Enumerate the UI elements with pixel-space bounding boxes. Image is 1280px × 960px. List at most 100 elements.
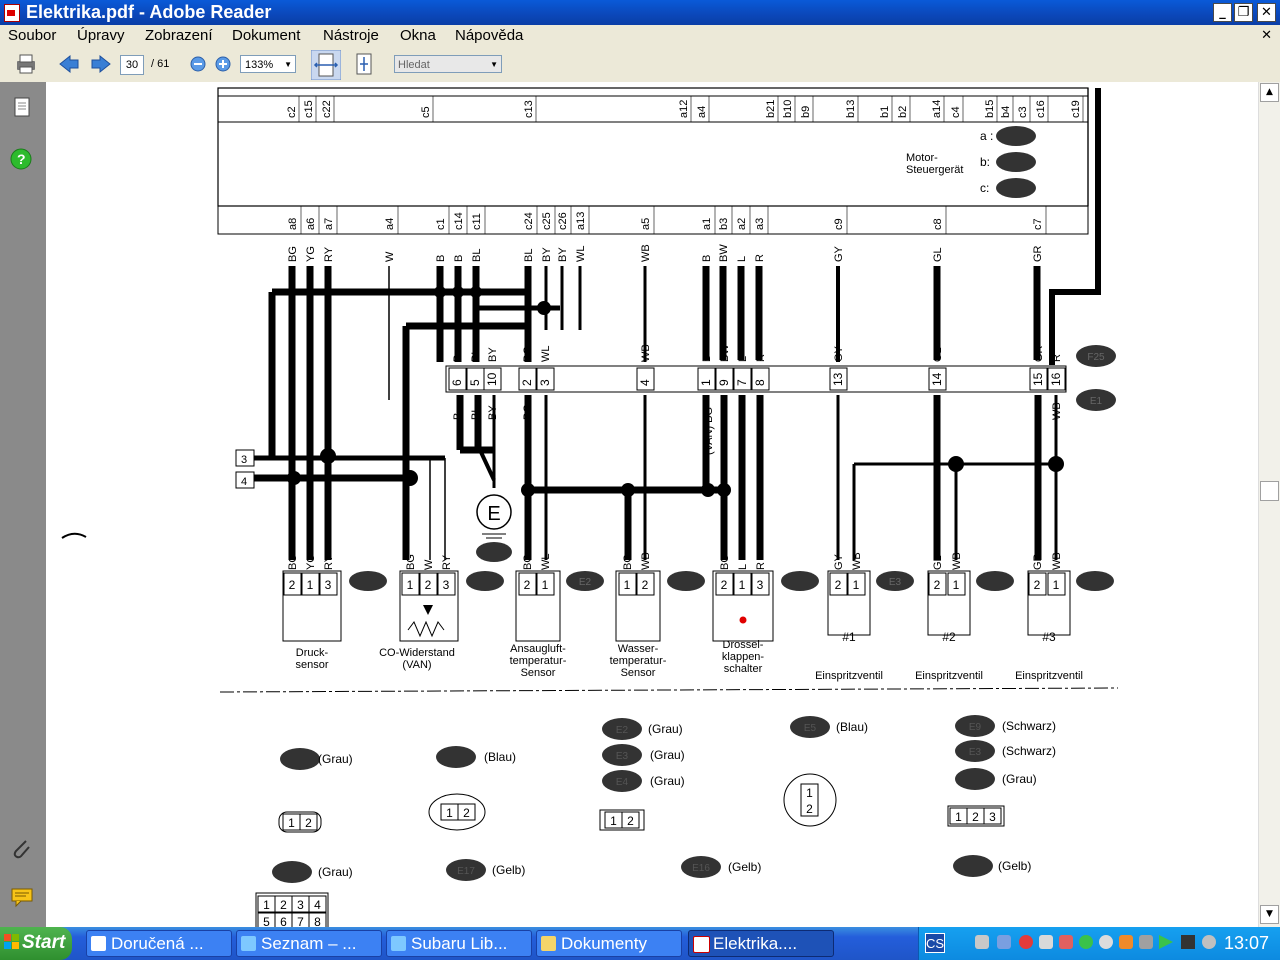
wire-color-label: B — [435, 255, 447, 262]
upper-pin-label: a6 — [305, 218, 317, 230]
print-icon[interactable] — [14, 53, 38, 75]
wire-color-label: GY — [833, 345, 845, 362]
connector-ref-badge — [476, 542, 512, 562]
wire-color-label: BG — [287, 246, 299, 262]
connector-ref-label: E1 — [1090, 396, 1103, 407]
component-label: temperatur- — [610, 655, 667, 667]
component-pin-label: 2 — [934, 578, 941, 592]
task-dokumenty[interactable]: Dokumenty — [536, 930, 682, 957]
upper-pin-label: c24 — [523, 212, 535, 230]
tray-icons[interactable] — [929, 932, 1219, 954]
tray-app-icon — [1181, 935, 1195, 949]
component-label: schalter — [724, 663, 763, 675]
vertical-scrollbar[interactable]: ▲ ▼ — [1258, 82, 1280, 927]
wire-color-label: GL — [932, 247, 944, 262]
fit-page-icon[interactable] — [352, 52, 376, 76]
side-box-label: 4 — [241, 476, 247, 488]
wire-color-label: GR — [1033, 345, 1045, 362]
component-label: CO-Widerstand — [379, 647, 455, 659]
legend-ref-label: E3 — [969, 747, 982, 758]
help-icon[interactable]: ? — [10, 148, 32, 170]
top-pin-label: a4 — [696, 106, 708, 118]
wire-color-label: R — [755, 354, 767, 362]
wire-color-label: B — [701, 255, 713, 262]
close-button[interactable]: ✕ — [1257, 3, 1276, 22]
component-label: Einspritzventil — [915, 670, 983, 682]
previous-page-icon[interactable] — [58, 54, 80, 74]
wire-color-label: RY — [323, 246, 335, 262]
plug-label: 5 — [263, 915, 270, 927]
upper-pin-label: a8 — [287, 218, 299, 230]
zoom-select[interactable]: 133% ▼ — [240, 55, 296, 73]
wire-junction — [320, 448, 336, 464]
zoom-in-icon[interactable] — [215, 56, 231, 72]
connector-pin-label: 9 — [717, 379, 731, 386]
comments-icon[interactable] — [10, 886, 36, 908]
ecu-slot-badge — [996, 178, 1036, 198]
component-pin-label: 1 — [1053, 578, 1060, 592]
menu-nastroje[interactable]: Nástroje — [323, 27, 379, 44]
task-elektrika[interactable]: Elektrika.... — [688, 930, 834, 957]
page-number-input[interactable]: 30 — [120, 55, 144, 75]
start-button[interactable]: Start — [0, 927, 72, 960]
scroll-thumb[interactable] — [1260, 481, 1279, 501]
plug-label: 2 — [280, 898, 287, 912]
wire-color-label: R — [1051, 354, 1063, 362]
plug-label: 1 — [446, 806, 453, 820]
ecu-label: Steuergerät — [906, 164, 963, 176]
menu-soubor[interactable]: Soubor — [8, 27, 56, 44]
wire-color-label: BY — [541, 247, 553, 262]
maximize-button[interactable]: ❐ — [1234, 3, 1253, 22]
connector-ref-badge — [976, 571, 1014, 591]
wire-color-label: WB — [851, 552, 863, 570]
status-dot — [739, 616, 747, 624]
plug-label: 2 — [806, 802, 813, 816]
wire-color-label: BY — [557, 247, 569, 262]
menu-upravy[interactable]: Úpravy — [77, 27, 125, 44]
system-tray: CS 13:07 — [918, 927, 1280, 960]
scroll-up-icon[interactable]: ▲ — [1260, 83, 1279, 102]
wire-junction — [1048, 456, 1064, 472]
component-pin-label: 1 — [953, 578, 960, 592]
menu-napoveda[interactable]: Nápověda — [455, 27, 523, 44]
legend-ref-label: E9 — [969, 722, 982, 733]
wire-junction — [537, 301, 551, 315]
scroll-down-icon[interactable]: ▼ — [1260, 905, 1279, 924]
document-close-icon[interactable]: ✕ — [1261, 27, 1272, 43]
pages-icon[interactable] — [11, 96, 33, 120]
ecu-slot-badge — [996, 152, 1036, 172]
wire-color-label: BG — [622, 554, 634, 570]
document-view[interactable]: c2 c15 c22 c5 c13 a12 a4 b21 b10 b9 b13 b1 b2 a14 c4 b1… — [46, 82, 1258, 927]
wire-color-label: WB — [1051, 552, 1063, 570]
component-label: Wasser- — [618, 643, 659, 655]
component-label: Sensor — [621, 667, 656, 679]
menu-okna[interactable]: Okna — [400, 27, 436, 44]
menu-zobrazeni[interactable]: Zobrazení — [145, 27, 213, 44]
wire-color-label: GY — [833, 245, 845, 262]
task-seznam[interactable]: Seznam – ... — [236, 930, 382, 957]
connector-pin-label: 6 — [450, 379, 464, 386]
plug-label: 7 — [297, 915, 304, 927]
upper-pin-label: c11 — [471, 213, 483, 230]
plug-label: 1 — [610, 814, 617, 828]
tray-app-icon — [1119, 935, 1133, 949]
connector-ref-badge — [466, 571, 504, 591]
search-input[interactable]: Hledat ▼ — [394, 55, 502, 73]
legend-ref-label: E16 — [692, 863, 710, 874]
tray-app-icon — [1059, 935, 1073, 949]
wire-color-label: WL — [540, 346, 552, 363]
next-page-icon[interactable] — [90, 54, 112, 74]
connector-ref-badge — [667, 571, 705, 591]
task-subaru[interactable]: Subaru Lib... — [386, 930, 532, 957]
search-icon — [1099, 935, 1113, 949]
wire-junction — [402, 470, 418, 486]
toolbar: 30 / 61 133% ▼ Hledat ▼ — [0, 47, 1280, 83]
attachment-icon[interactable] — [10, 837, 34, 861]
minimize-button[interactable]: _ — [1213, 3, 1232, 22]
menu-dokument[interactable]: Dokument — [232, 27, 300, 44]
wire-color-label: W — [384, 251, 396, 262]
zoom-out-icon[interactable] — [190, 56, 206, 72]
fit-width-icon[interactable] — [311, 50, 341, 80]
legend-label: (Gelb) — [728, 860, 761, 874]
task-dorucena[interactable]: Doručená ... — [86, 930, 232, 957]
